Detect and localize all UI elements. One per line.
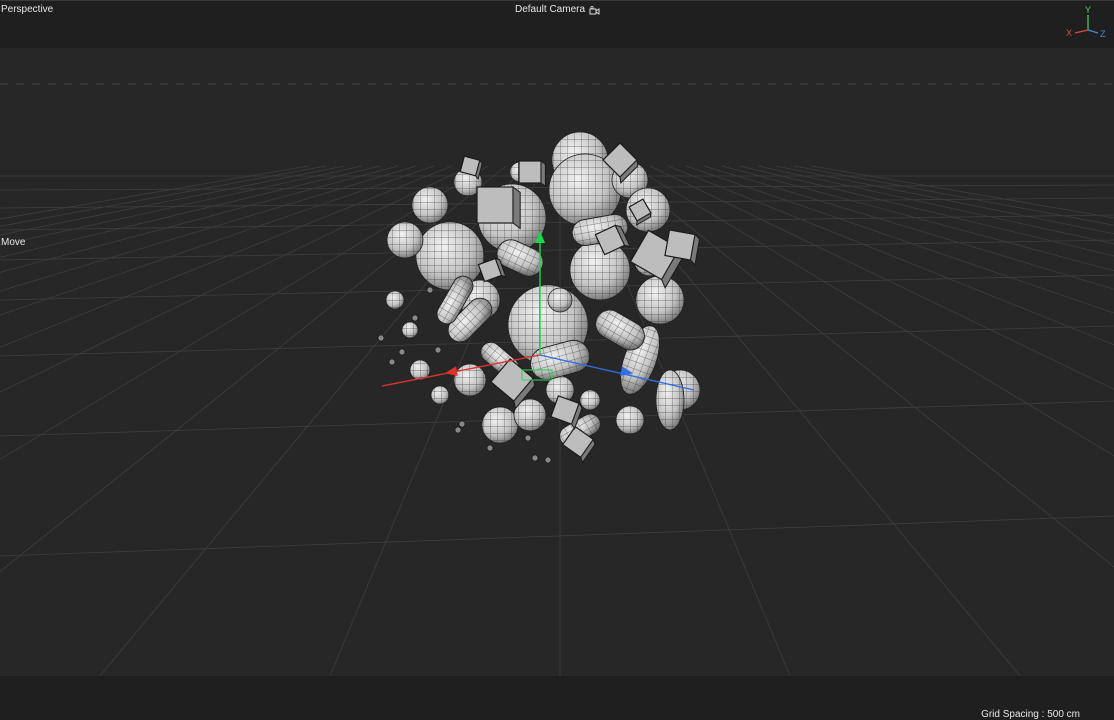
grid-line: [631, 165, 1114, 457]
sphere-object[interactable]: [415, 221, 485, 291]
sphere-object[interactable]: [547, 287, 573, 313]
debris-particle: [531, 454, 539, 462]
debris-particle: [411, 314, 419, 322]
sphere-object[interactable]: [430, 385, 450, 405]
grid-spacing-label: Grid Spacing : 500 cm: [981, 709, 1080, 720]
grid-line: [0, 515, 1114, 557]
cube-object[interactable]: [518, 160, 546, 188]
header-divider: [0, 0, 1114, 1]
debris-particle: [434, 346, 442, 354]
grid-line: [0, 165, 453, 348]
debris-particle: [398, 348, 406, 356]
grid-line: [721, 165, 1114, 272]
capsule-object[interactable]: [655, 369, 685, 431]
sphere-object[interactable]: [385, 290, 405, 310]
axis-x-label: X: [1066, 28, 1072, 38]
grid-line: [0, 165, 345, 236]
axis-z-label: Z: [1100, 29, 1106, 39]
debris-particle: [426, 286, 434, 294]
grid-line: [667, 165, 1114, 346]
debris-particle: [377, 334, 385, 342]
axis-gizmo-icon[interactable]: Y X Z: [1060, 2, 1112, 44]
grid-line: [0, 165, 435, 316]
cube-object[interactable]: [476, 186, 521, 230]
debris-particle: [524, 434, 532, 442]
grid-line: [757, 165, 1114, 245]
grid-line: [0, 239, 1114, 261]
camera-name-label: Default Camera: [515, 4, 586, 15]
debris-particle: [486, 444, 494, 452]
active-tool-label: Move: [1, 237, 26, 248]
viewport-footer: [0, 676, 1114, 720]
debris-particle: [388, 358, 396, 366]
scene-canvas[interactable]: [0, 48, 1114, 720]
camera-selector[interactable]: Default Camera: [515, 4, 600, 16]
sphere-object[interactable]: [401, 321, 419, 339]
debris-particle: [544, 456, 552, 464]
axis-y-label: Y: [1085, 5, 1091, 15]
grid-line: [0, 165, 381, 258]
grid-line: [739, 165, 1114, 257]
grid-line: [685, 165, 1114, 314]
sphere-object[interactable]: [411, 186, 449, 224]
sphere-object[interactable]: [569, 239, 631, 301]
sphere-object[interactable]: [481, 406, 519, 444]
sphere-object[interactable]: [579, 389, 601, 411]
grid-line: [0, 165, 363, 246]
simulated-objects-cluster[interactable]: [377, 131, 701, 464]
camera-icon: [589, 5, 600, 15]
grid-line: [649, 165, 1114, 390]
debris-particle: [458, 420, 466, 428]
grid-line: [775, 165, 1114, 235]
sphere-object[interactable]: [386, 221, 424, 259]
view-name-label[interactable]: Perspective: [1, 4, 53, 16]
grid-line: [0, 165, 399, 273]
sphere-object[interactable]: [615, 405, 645, 435]
sphere-object[interactable]: [635, 275, 685, 325]
debris-particle: [454, 426, 462, 434]
3d-viewport[interactable]: Perspective Default Camera Y X Z Move Gr…: [0, 0, 1114, 720]
floor-grid: [0, 165, 1114, 720]
